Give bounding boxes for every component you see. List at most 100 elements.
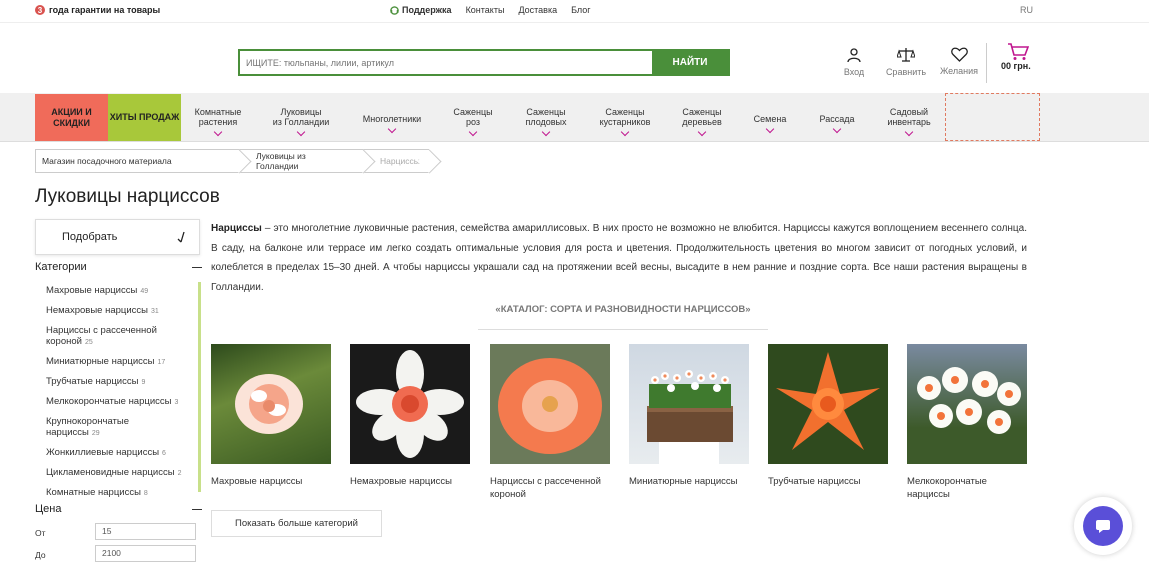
login-button[interactable]: Вход [829, 47, 879, 77]
language-switch[interactable]: RU [1020, 5, 1033, 15]
chevron-down-icon [904, 127, 914, 137]
price-to-input[interactable]: 2100 [95, 545, 196, 562]
card-label: Нарциссы с рассеченной короной [490, 476, 601, 500]
category-card[interactable]: Трубчатые нарциссы [768, 344, 888, 488]
contacts-link[interactable]: Контакты [466, 5, 505, 15]
nav-item-shrubs[interactable]: Саженцы кустарников [594, 107, 656, 137]
wishlist-label: Желания [939, 66, 979, 76]
nav-item-seeds[interactable]: Семена [748, 114, 792, 134]
chevron-down-icon [620, 127, 630, 137]
category-count: 49 [140, 288, 149, 295]
nav-item-perennials[interactable]: Многолетники [358, 114, 426, 134]
top-bar: 3 года гарантии на товары Поддержка Конт… [0, 0, 1149, 22]
category-card[interactable]: Нарциссы с рассеченной короной [490, 344, 610, 501]
scales-icon [897, 48, 915, 62]
category-card[interactable]: Махровые нарциссы [211, 344, 331, 488]
nav-promo-sales[interactable]: АКЦИИ И СКИДКИ [35, 94, 108, 141]
nav-item-line1: Семена [753, 114, 787, 124]
category-name: Махровые нарциссы [46, 285, 138, 296]
nav-item-fruit[interactable]: Саженцы плодовых [518, 107, 574, 137]
categories-header[interactable]: Категории [35, 261, 202, 273]
chevron-down-icon [765, 124, 775, 134]
nav-item-trees[interactable]: Саженцы деревьев [675, 107, 729, 137]
breadcrumb: Магазин посадочного материала Луковицы и… [35, 149, 429, 173]
price-header[interactable]: Цена [35, 503, 202, 515]
chevron-down-icon [541, 127, 551, 137]
filter-button-label: Подобрать [62, 231, 118, 243]
show-more-categories-button[interactable]: Показать больше категорий [211, 510, 382, 537]
chevron-down-icon [697, 127, 707, 137]
chat-widget-button[interactable] [1074, 497, 1132, 555]
category-name: Миниатюрные нарциссы [46, 356, 155, 367]
sort-arrow-icon [177, 231, 185, 243]
card-label: Немахровые нарциссы [350, 476, 452, 487]
category-item[interactable]: Комнатные нарциссы 8 [46, 487, 196, 499]
price-title: Цена [35, 503, 62, 515]
support-link[interactable]: Поддержка [390, 5, 452, 15]
description-text: – это многолетние луковичные растения, с… [211, 223, 1027, 293]
blog-link[interactable]: Блог [571, 5, 590, 15]
nav-promo-hits[interactable]: ХИТЫ ПРОДАЖ [108, 94, 181, 141]
warranty-note[interactable]: 3 года гарантии на товары [35, 5, 160, 15]
warranty-number: 3 [35, 5, 45, 15]
category-count: 29 [91, 430, 100, 437]
category-item[interactable]: Мелкокорончатые нарциссы 3 [46, 396, 196, 408]
search-input[interactable] [240, 51, 652, 74]
category-name: Комнатные нарциссы [46, 487, 141, 498]
category-scrollbar[interactable] [198, 282, 201, 492]
narcissus-image-icon [235, 374, 303, 434]
chevron-down-icon [213, 127, 223, 137]
price-from-label: От [35, 528, 46, 538]
nav-item-line1: Луковицы [280, 107, 322, 117]
user-icon [847, 48, 861, 63]
cart-amount: 00 грн. [1001, 61, 1031, 71]
category-item[interactable]: Махровые нарциссы 49 [46, 285, 196, 297]
chevron-down-icon [387, 124, 397, 134]
delivery-link[interactable]: Доставка [518, 5, 557, 15]
nav-item-line2: из Голландии [272, 117, 330, 127]
nav-item-line1: Рассада [819, 114, 855, 124]
category-item[interactable]: Жонкиллиевые нарциссы 6 [46, 447, 196, 459]
category-card[interactable]: Миниатюрные нарциссы [629, 344, 749, 488]
filter-button[interactable]: Подобрать [35, 219, 200, 255]
category-item[interactable]: Цикламеновидные нарциссы 2 [46, 467, 196, 479]
nav-item-line1: Саженцы [605, 107, 645, 117]
narcissus-image-icon [647, 370, 733, 464]
category-card[interactable]: Немахровые нарциссы [350, 344, 470, 488]
category-item[interactable]: Миниатюрные нарциссы 17 [46, 356, 196, 368]
category-item[interactable]: Немахровые нарциссы 31 [46, 305, 196, 317]
category-card[interactable]: Мелкокорончатые нарциссы [907, 344, 1027, 501]
card-label: Махровые нарциссы [211, 476, 303, 487]
breadcrumb-item-shop[interactable]: Магазин посадочного материала [35, 149, 239, 173]
compare-button[interactable]: Сравнить [881, 47, 931, 77]
nav-item-line1: Саженцы [453, 107, 493, 117]
card-image [350, 344, 470, 464]
catalog-divider [478, 329, 768, 330]
nav-item-bulbs[interactable]: Луковицы из Голландии [268, 107, 334, 137]
nav-item-tools[interactable]: Садовый инвентарь [880, 107, 938, 137]
nav-item-seedlings[interactable]: Рассада [812, 114, 862, 134]
nav-item-line2: растения [198, 117, 238, 127]
nav-item-line2: деревьев [682, 117, 722, 127]
category-item[interactable]: Крупнокорончатые нарциссы 29 [46, 416, 146, 439]
wishlist-button[interactable]: Желания [934, 47, 984, 76]
search-button[interactable]: НАЙТИ [652, 51, 728, 74]
compare-label: Сравнить [885, 67, 927, 77]
catalog-title: «КАТАЛОГ: СОРТА И РАЗНОВИДНОСТИ НАРЦИССО… [495, 304, 751, 315]
chevron-down-icon [468, 127, 478, 137]
nav-banner-placeholder [945, 93, 1040, 141]
category-item[interactable]: Трубчатые нарциссы 9 [46, 376, 196, 388]
card-image [490, 344, 610, 464]
nav-item-indoor-plants[interactable]: Комнатные растения [190, 107, 246, 137]
category-name: Жонкиллиевые нарциссы [46, 447, 160, 458]
categories-title: Категории [35, 261, 87, 273]
nav-item-roses[interactable]: Саженцы роз [448, 107, 498, 137]
category-item[interactable]: Нарциссы с рассеченной короной 25 [46, 325, 174, 348]
cart-button[interactable]: 00 грн. [986, 43, 1031, 83]
nav-item-line1: Садовый [889, 107, 929, 117]
cart-icon [1008, 43, 1029, 60]
price-from-input[interactable]: 15 [95, 523, 196, 540]
category-description: Нарциссы – это многолетние луковичные ра… [211, 219, 1027, 297]
nav-item-line1: Комнатные [194, 107, 242, 117]
breadcrumb-item-bulbs[interactable]: Луковицы из Голландии [239, 149, 363, 173]
